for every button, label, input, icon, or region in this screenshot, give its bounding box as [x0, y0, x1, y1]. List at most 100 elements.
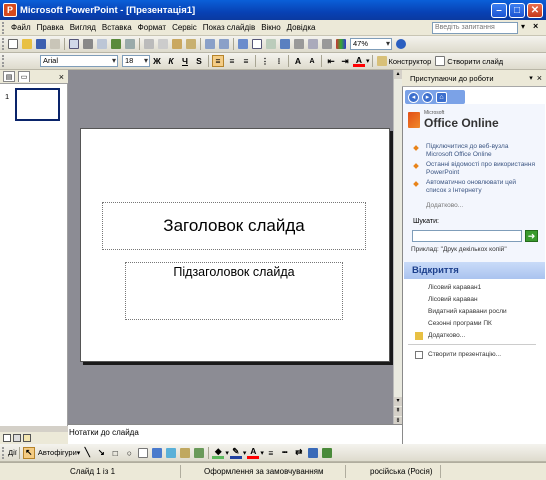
font-size-combo[interactable]: 18 — [122, 55, 150, 67]
help-question-box[interactable]: Введіть запитання — [432, 22, 518, 34]
search-go-button[interactable]: ➜ — [525, 230, 538, 242]
diagram-icon[interactable] — [166, 447, 177, 458]
paste-icon[interactable] — [172, 39, 182, 49]
normal-view-icon[interactable] — [3, 434, 11, 442]
menu-insert[interactable]: Вставка — [99, 23, 135, 32]
italic-button[interactable]: К — [165, 55, 177, 67]
recent-file-1[interactable]: Лісовий караван1 — [428, 284, 481, 291]
spelling-icon[interactable] — [111, 39, 121, 49]
recent-file-3[interactable]: Видатний каравани росли — [428, 308, 507, 315]
design-button[interactable]: Конструктор — [389, 57, 432, 66]
create-presentation-link[interactable]: Створити презентацію... — [428, 351, 501, 358]
prev-slide-icon[interactable]: ⇞ — [394, 407, 402, 416]
new-slide-icon[interactable] — [435, 56, 446, 66]
draw-menu-button[interactable]: Дії — [8, 448, 17, 457]
design-icon[interactable] — [376, 56, 387, 66]
align-center-icon[interactable]: ≡ — [226, 55, 238, 67]
show-formatting-icon[interactable] — [308, 39, 318, 49]
sorter-view-icon[interactable] — [13, 434, 21, 442]
recent-file-2[interactable]: Лісовий караван — [428, 296, 478, 303]
font-color-dropdown-icon[interactable]: ▾ — [366, 57, 370, 65]
color-grayscale-icon[interactable] — [336, 39, 346, 49]
line-icon[interactable]: ╲ — [81, 447, 93, 459]
email-icon[interactable] — [69, 39, 79, 49]
decrease-font-icon[interactable]: A — [306, 55, 318, 67]
increase-indent-icon[interactable]: ⇥ — [339, 55, 351, 67]
redo-icon[interactable] — [219, 39, 229, 49]
bullets-icon[interactable]: ⁝ — [273, 55, 285, 67]
task-pane-dropdown-icon[interactable]: ▾ — [529, 74, 533, 82]
powerpoint-icon[interactable]: P — [3, 3, 17, 17]
title-placeholder[interactable]: Заголовок слайда — [102, 202, 366, 250]
insert-table-icon[interactable] — [252, 39, 262, 49]
slides-tab[interactable]: ▭ — [18, 71, 30, 82]
menu-file[interactable]: Файл — [8, 23, 34, 32]
notes-pane[interactable]: Нотатки до слайда — [68, 424, 402, 444]
forward-icon[interactable]: ▸ — [422, 91, 433, 103]
line-style-icon[interactable]: ≡ — [265, 447, 277, 459]
increase-font-icon[interactable]: A — [292, 55, 304, 67]
dash-style-icon[interactable]: ┅ — [279, 447, 291, 459]
copy-icon[interactable] — [158, 39, 168, 49]
back-icon[interactable]: ◂ — [408, 91, 419, 103]
more-files-link[interactable]: Додатково... — [428, 332, 465, 339]
font-combo[interactable]: Arial — [40, 55, 118, 67]
slide-thumbnail[interactable] — [15, 88, 60, 121]
select-arrow-icon[interactable]: ↖ — [22, 446, 35, 459]
search-input[interactable] — [412, 230, 522, 242]
minimize-button[interactable]: – — [491, 2, 507, 18]
rectangle-icon[interactable]: □ — [109, 447, 121, 459]
print-preview-icon[interactable] — [97, 39, 107, 49]
help-icon[interactable] — [396, 39, 406, 49]
outline-tab[interactable]: ▤ — [3, 71, 15, 82]
shadow-button[interactable]: S — [193, 55, 205, 67]
menu-edit[interactable]: Правка — [34, 23, 67, 32]
office-online-logo[interactable]: Microsoft Office Online — [408, 110, 528, 136]
new-slide-button[interactable]: Створити слайд — [447, 57, 503, 66]
oval-icon[interactable]: ○ — [123, 447, 135, 459]
scroll-down-icon[interactable]: ▾ — [394, 397, 402, 406]
decrease-indent-icon[interactable]: ⇤ — [325, 55, 337, 67]
zoom-combo[interactable]: 47% — [350, 38, 392, 50]
arrow-style-icon[interactable]: ⇄ — [293, 447, 305, 459]
bold-button[interactable]: Ж — [151, 55, 163, 67]
print-icon[interactable] — [83, 39, 93, 49]
subtitle-placeholder[interactable]: Підзаголовок слайда — [125, 262, 343, 320]
align-left-icon[interactable]: ≡ — [212, 55, 224, 67]
scroll-up-icon[interactable]: ▴ — [394, 70, 402, 79]
tables-borders-icon[interactable] — [266, 39, 276, 49]
wordart-icon[interactable] — [152, 447, 163, 458]
link-latest-news[interactable]: Останні відомості про використання Power… — [426, 161, 536, 177]
textbox-icon[interactable] — [138, 447, 149, 458]
permission-icon[interactable] — [50, 39, 60, 49]
arrow-icon[interactable]: ↘ — [95, 447, 107, 459]
doc-close-icon[interactable]: × — [533, 21, 538, 31]
underline-button[interactable]: Ч — [179, 55, 191, 67]
maximize-button[interactable]: □ — [509, 2, 525, 18]
line-color-dropdown-icon[interactable]: ▾ — [243, 449, 247, 457]
menu-format[interactable]: Формат — [135, 23, 169, 32]
task-pane-close-icon[interactable]: × — [537, 73, 542, 83]
clipart-icon[interactable] — [180, 447, 191, 458]
fill-color-dropdown-icon[interactable]: ▾ — [225, 449, 229, 457]
menu-view[interactable]: Вигляд — [67, 23, 99, 32]
pane-close-icon[interactable]: × — [59, 72, 64, 82]
vertical-scrollbar[interactable]: ▴ ▾ ⇞ ⇟ — [393, 70, 402, 426]
font-color-draw-dropdown-icon[interactable]: ▾ — [260, 449, 264, 457]
fill-color-icon[interactable]: ◆ — [212, 446, 225, 459]
save-icon[interactable] — [36, 39, 46, 49]
insert-chart-icon[interactable] — [238, 39, 248, 49]
shadow-icon[interactable] — [307, 447, 318, 458]
recent-file-4[interactable]: Сезонні програми ПК — [428, 320, 492, 327]
numbering-icon[interactable]: ⋮ — [259, 55, 271, 67]
help-dropdown-icon[interactable]: ▾ — [521, 22, 525, 31]
link-office-online[interactable]: Підключитися до веб-вузла Microsoft Offi… — [426, 143, 536, 159]
home-icon[interactable]: ⌂ — [436, 91, 447, 103]
link-auto-update[interactable]: Автоматично оновлювати цей список з Інте… — [426, 179, 536, 195]
expand-icon[interactable] — [294, 39, 304, 49]
open-icon[interactable] — [22, 39, 32, 49]
align-right-icon[interactable]: ≡ — [240, 55, 252, 67]
menu-tools[interactable]: Сервіс — [169, 23, 200, 32]
line-color-icon[interactable]: ✎ — [229, 446, 242, 459]
picture-icon[interactable] — [194, 447, 205, 458]
